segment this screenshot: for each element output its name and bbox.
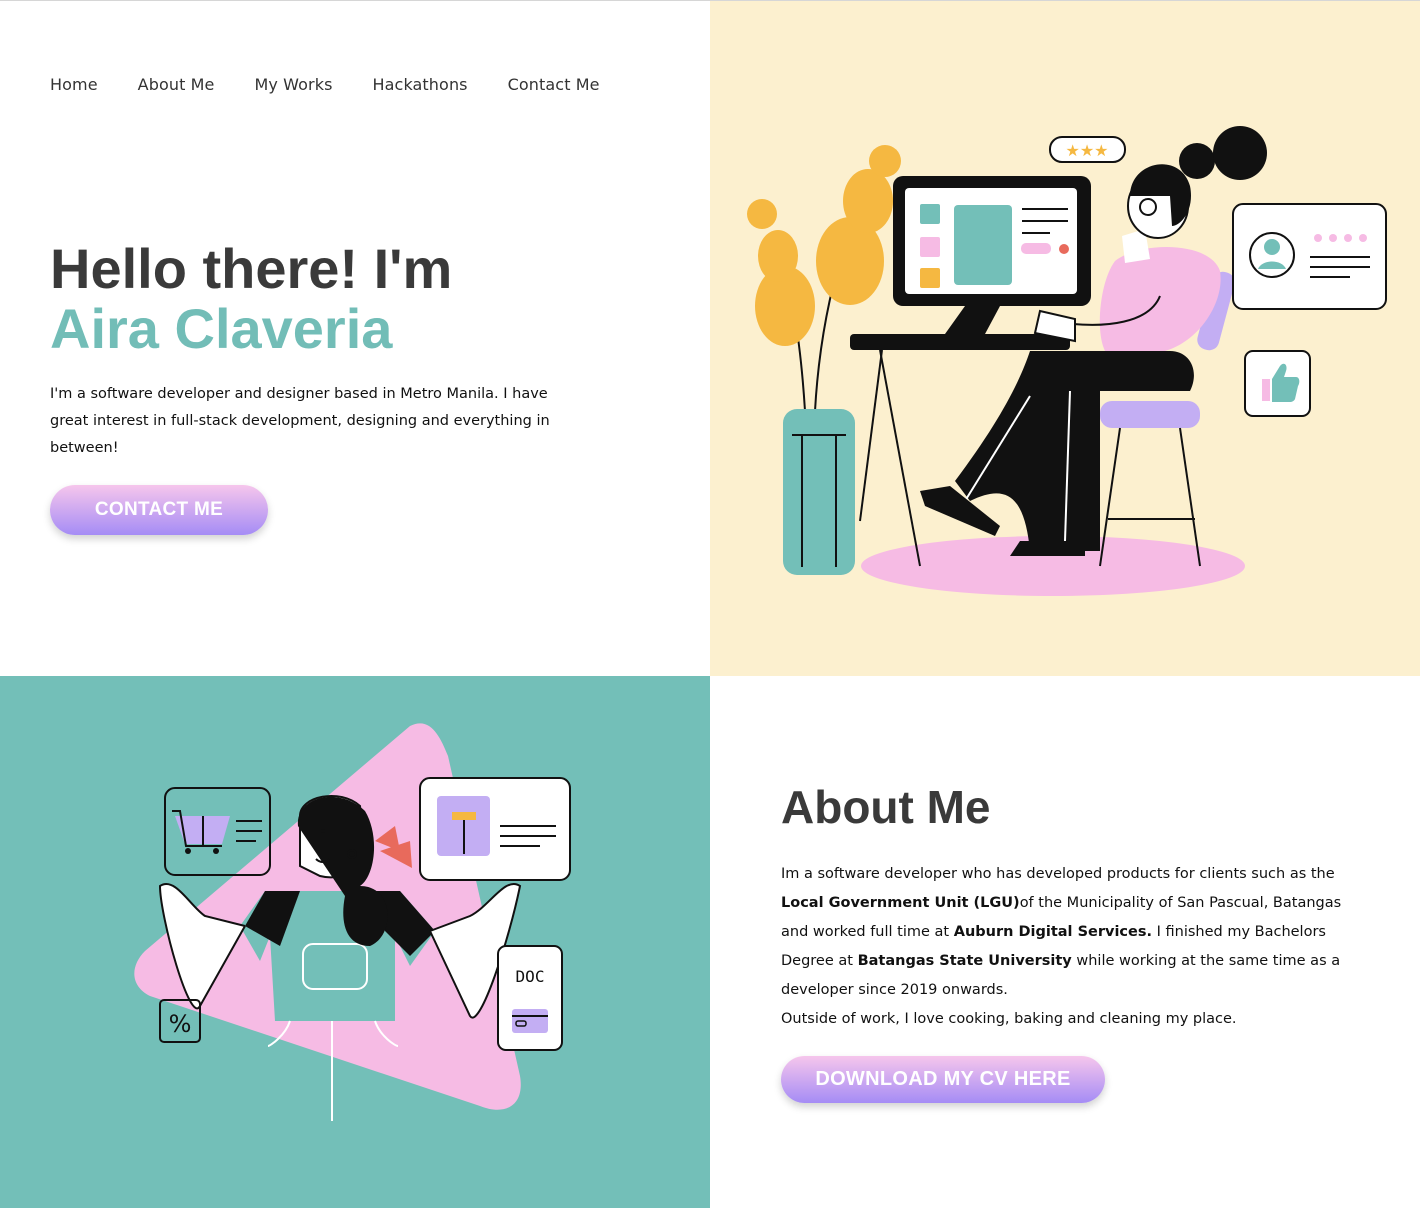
about-section: About Me Im a software developer who has…	[710, 676, 1420, 1208]
hero-section: Home About Me My Works Hackathons Contac…	[0, 1, 710, 676]
about-heading: About Me	[781, 781, 991, 833]
main-nav: Home About Me My Works Hackathons Contac…	[50, 75, 600, 94]
nav-contact-link[interactable]: Contact Me	[508, 75, 600, 94]
about-employer: Auburn Digital Services.	[953, 924, 1152, 940]
nav-works-link[interactable]: My Works	[255, 75, 333, 94]
hero-name: Aira Claveria	[50, 297, 393, 360]
monitor-icon	[893, 176, 1091, 334]
product-card-icon	[419, 777, 571, 881]
contact-me-button[interactable]: CONTACT ME	[50, 485, 268, 535]
hero-greeting: Hello there! I'm	[50, 237, 453, 300]
about-illustration-panel: % DOC	[0, 676, 710, 1208]
nav-hackathons-link[interactable]: Hackathons	[373, 75, 468, 94]
profile-card-icon	[1232, 203, 1387, 310]
hero-description: I'm a software developer and designer ba…	[50, 386, 550, 456]
hero-heading: Hello there! I'm Aira Claveria	[50, 239, 452, 359]
svg-text:DOC: DOC	[516, 967, 545, 986]
developer-at-desk-illustration: ★★★	[747, 126, 1387, 596]
document-card-icon: DOC	[497, 945, 563, 1051]
svg-text:★★★: ★★★	[1065, 141, 1108, 160]
plant-icon	[747, 145, 901, 575]
about-text-part: Im a software developer who has develope…	[781, 866, 1335, 882]
about-client-lgu: Local Government Unit (LGU)	[781, 895, 1020, 911]
about-hobbies: Outside of work, I love cooking, baking …	[781, 1011, 1237, 1027]
rating-stars-icon: ★★★	[1049, 136, 1126, 163]
about-description: Im a software developer who has develope…	[781, 860, 1361, 1034]
hero-illustration-panel: ★★★	[710, 1, 1420, 676]
nav-home-link[interactable]: Home	[50, 75, 98, 94]
nav-about-link[interactable]: About Me	[138, 75, 215, 94]
svg-text:%: %	[169, 1010, 192, 1038]
thumbs-up-icon	[1244, 350, 1311, 417]
about-university: Batangas State University	[857, 953, 1072, 969]
download-cv-button[interactable]: DOWNLOAD MY CV HERE	[781, 1056, 1105, 1103]
shopping-person-illustration: % DOC	[134, 723, 571, 1121]
